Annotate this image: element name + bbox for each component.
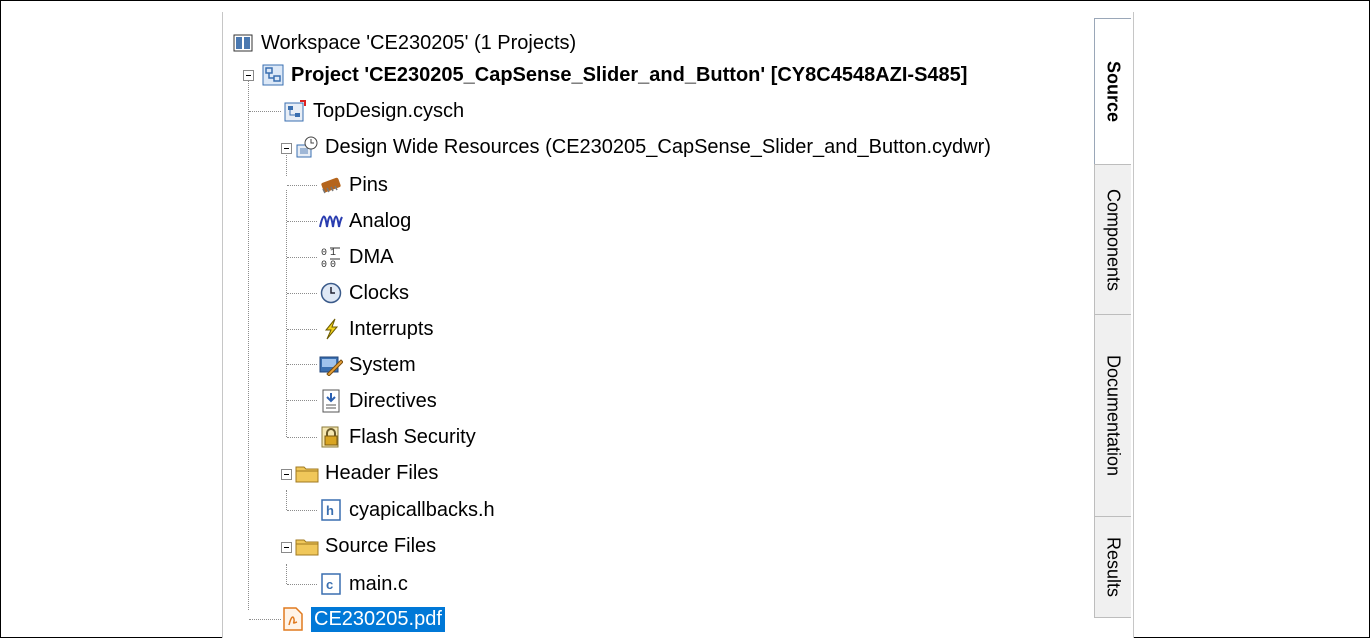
tree-item-header-files[interactable]: Header Files: [295, 456, 438, 490]
project-collapse-toggle[interactable]: [243, 70, 254, 81]
tree-line: [287, 400, 317, 401]
header-files-label: Header Files: [325, 461, 439, 484]
side-tabs: Source Components Documentation Results: [1094, 18, 1132, 638]
tree-line: [287, 364, 317, 365]
clock-icon: [319, 281, 343, 305]
tab-components[interactable]: Components: [1094, 164, 1131, 316]
tree-line: [287, 437, 317, 438]
directives-icon: [319, 389, 343, 413]
pdf-label: CE230205.pdf: [311, 606, 445, 632]
tree-line: [286, 564, 287, 584]
folder-icon: [295, 461, 319, 485]
tree-item-directives[interactable]: Directives: [319, 384, 437, 418]
topdesign-label: TopDesign.cysch: [313, 99, 465, 122]
header-file-label: cyapicallbacks.h: [349, 498, 495, 521]
workspace-explorer-panel: Workspace 'CE230205' (1 Projects) Projec…: [222, 12, 1134, 638]
tree-item-interrupts[interactable]: Interrupts: [319, 312, 433, 346]
project-tree: Workspace 'CE230205' (1 Projects) Projec…: [223, 12, 1093, 638]
svg-text:c: c: [326, 577, 333, 592]
tab-documentation-label: Documentation: [1103, 355, 1124, 477]
tab-documentation[interactable]: Documentation: [1094, 314, 1131, 518]
schematic-icon: [283, 99, 307, 123]
system-icon: [319, 353, 343, 377]
dwr-label: Design Wide Resources (CE230205_CapSense…: [325, 135, 991, 158]
tree-line: [249, 619, 281, 620]
svg-text:1: 1: [330, 248, 336, 259]
tab-components-label: Components: [1103, 188, 1124, 292]
svg-text:0: 0: [321, 248, 327, 259]
project-label: Project 'CE230205_CapSense_Slider_and_Bu…: [291, 63, 968, 86]
svg-text:0: 0: [321, 260, 327, 269]
analog-label: Analog: [349, 209, 412, 232]
source-file-label: main.c: [349, 572, 408, 595]
tree-line: [287, 221, 317, 222]
dma-icon: 0100: [319, 245, 343, 269]
tree-item-source-files[interactable]: Source Files: [295, 529, 436, 563]
pins-label: Pins: [349, 173, 388, 196]
flash-security-label: Flash Security: [349, 425, 476, 448]
tree-item-topdesign[interactable]: TopDesign.cysch: [283, 94, 464, 128]
tree-item-pdf[interactable]: CE230205.pdf: [281, 602, 445, 636]
tree-line: [287, 329, 317, 330]
system-label: System: [349, 353, 416, 376]
lightning-icon: [319, 317, 343, 341]
folder-icon: [295, 534, 319, 558]
project-icon: [261, 63, 285, 87]
svg-text:0: 0: [330, 260, 336, 269]
tree-line: [248, 78, 249, 610]
c-file-icon: c: [319, 572, 343, 596]
tree-item-clocks[interactable]: Clocks: [319, 276, 409, 310]
tree-item-project[interactable]: Project 'CE230205_CapSense_Slider_and_Bu…: [261, 58, 967, 92]
h-file-icon: h: [319, 498, 343, 522]
dwr-collapse-toggle[interactable]: [281, 143, 292, 154]
source-files-label: Source Files: [325, 534, 437, 557]
tab-results-label: Results: [1103, 536, 1124, 598]
directives-label: Directives: [349, 389, 437, 412]
workspace-label: Workspace 'CE230205' (1 Projects): [261, 31, 577, 54]
tree-item-analog[interactable]: Analog: [319, 204, 411, 238]
header-files-collapse-toggle[interactable]: [281, 469, 292, 480]
clocks-label: Clocks: [349, 281, 410, 304]
pins-chip-icon: [319, 173, 343, 197]
tree-item-flash-security[interactable]: Flash Security: [319, 420, 476, 454]
tab-source-label: Source: [1103, 61, 1124, 123]
tree-line: [287, 510, 317, 511]
tree-line: [286, 490, 287, 510]
tree-item-pins[interactable]: Pins: [319, 168, 388, 202]
interrupts-label: Interrupts: [349, 317, 434, 340]
pdf-icon: [281, 607, 305, 631]
tab-results[interactable]: Results: [1094, 516, 1131, 618]
tree-line: [249, 111, 281, 112]
lock-icon: [319, 425, 343, 449]
source-files-collapse-toggle[interactable]: [281, 542, 292, 553]
tree-item-dma[interactable]: 0100 DMA: [319, 240, 393, 274]
tree-item-main-c[interactable]: c main.c: [319, 567, 408, 601]
dma-label: DMA: [349, 245, 394, 268]
workspace-icon: [231, 31, 255, 55]
tree-line: [287, 257, 317, 258]
tree-line: [287, 185, 317, 186]
tree-line: [287, 584, 317, 585]
svg-text:h: h: [326, 503, 334, 518]
tree-item-system[interactable]: System: [319, 348, 416, 382]
design-resources-icon: [295, 135, 319, 159]
tree-line: [287, 293, 317, 294]
analog-wave-icon: [319, 209, 343, 233]
tree-item-cyapicallbacks[interactable]: h cyapicallbacks.h: [319, 493, 495, 527]
tree-item-workspace[interactable]: Workspace 'CE230205' (1 Projects): [231, 26, 576, 60]
tab-source[interactable]: Source: [1094, 18, 1131, 166]
tree-item-design-wide-resources[interactable]: Design Wide Resources (CE230205_CapSense…: [295, 130, 991, 164]
